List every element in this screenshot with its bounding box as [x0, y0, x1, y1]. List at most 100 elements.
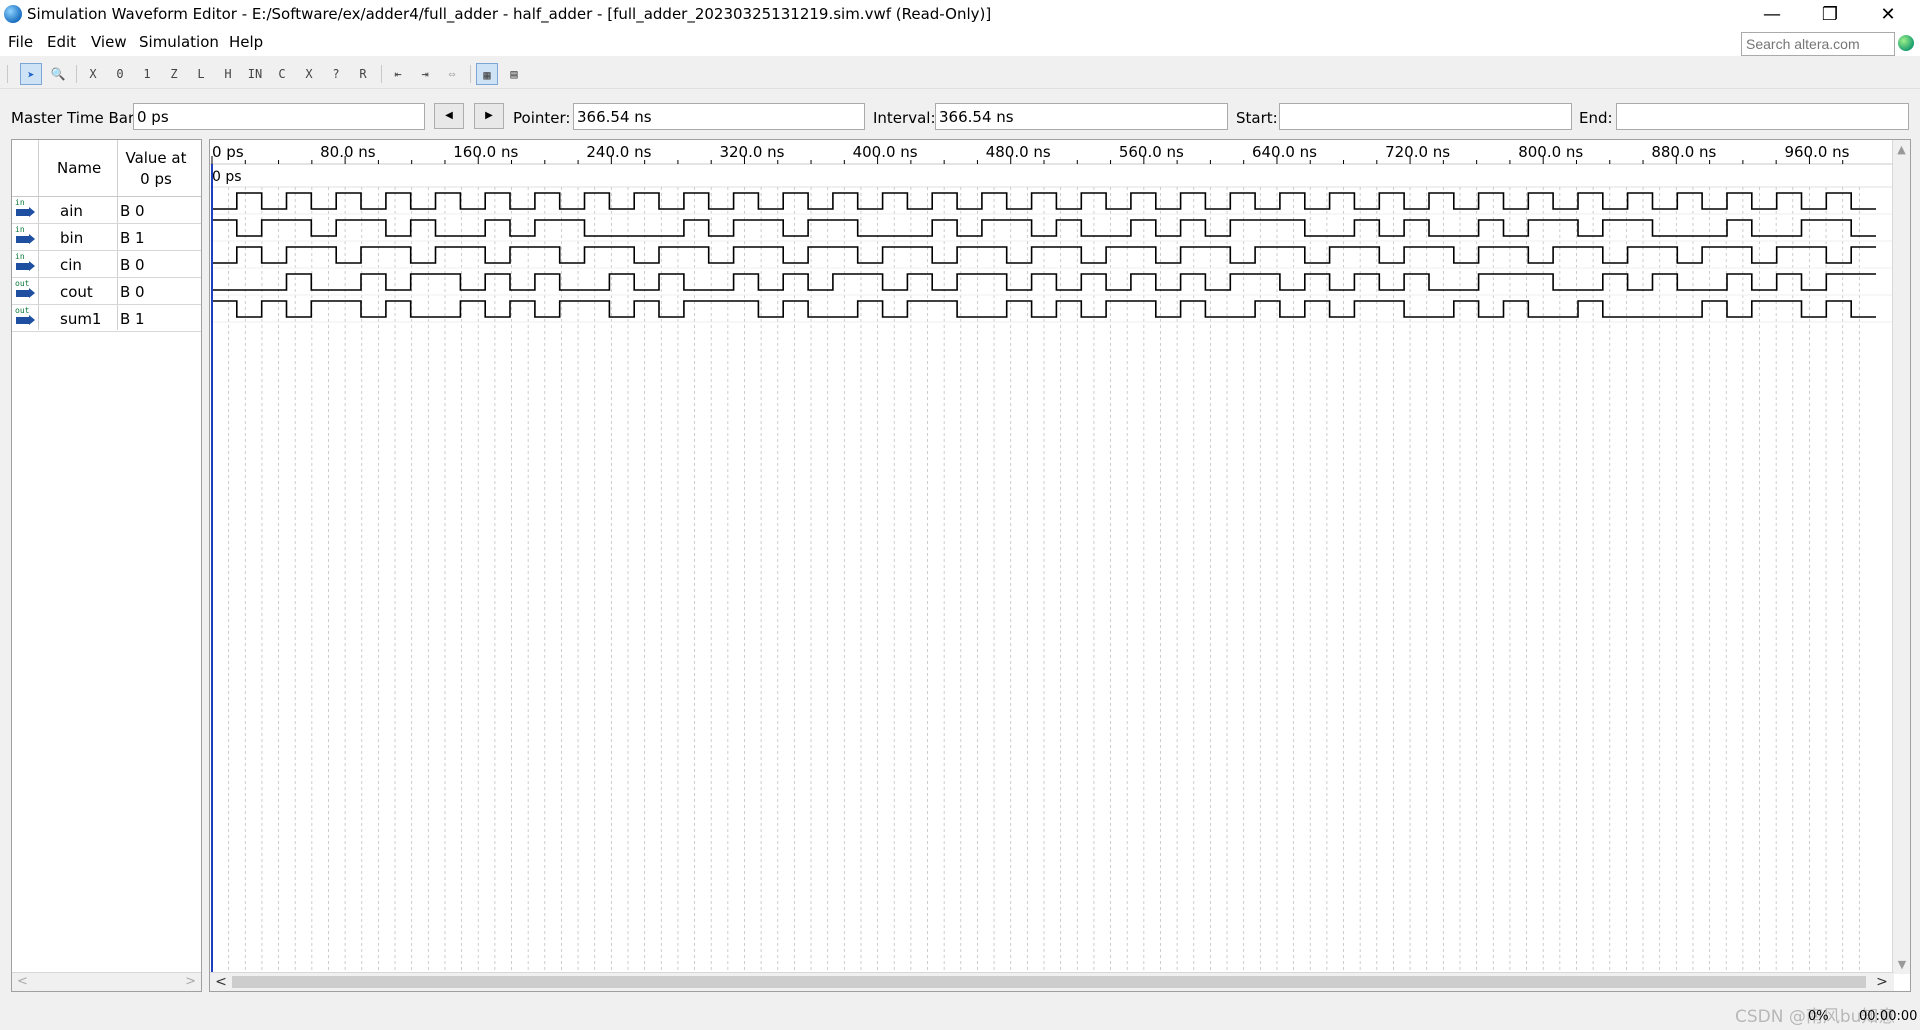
title-bar: Simulation Waveform Editor - E:/Software…: [0, 0, 1920, 29]
forcing-high-icon[interactable]: 1: [136, 63, 158, 85]
pointer-label: Pointer:: [513, 109, 571, 127]
search-input[interactable]: [1741, 32, 1895, 56]
selection-tool-icon[interactable]: ➤: [20, 63, 42, 85]
arbitrary-value-icon[interactable]: ?: [325, 63, 347, 85]
ruler-label: 0 ps: [212, 143, 244, 161]
app-icon: [4, 5, 22, 23]
signal-row[interactable]: in ain B 0: [12, 197, 201, 224]
waveform-vscrollbar[interactable]: ▲ ▼: [1892, 140, 1910, 974]
snap-to-grid-icon[interactable]: ▦: [476, 63, 498, 85]
menu-help[interactable]: Help: [229, 33, 263, 51]
signal-list-header: Name Value at 0 ps: [12, 140, 201, 197]
signal-list-hscrollbar[interactable]: < >: [12, 972, 201, 991]
restore-button[interactable]: ❐: [1801, 0, 1859, 29]
pin-arrow: [16, 315, 35, 325]
interval-field[interactable]: 366.54 ns: [935, 103, 1228, 130]
random-values-icon[interactable]: R: [352, 63, 374, 85]
toolbar: ➤ 🔍 X 0 1 Z L H IN C X ? R ⇤ ⇥ ⇔ ▦ ▤: [0, 57, 1920, 89]
ruler-label: 560.0 ns: [1119, 143, 1184, 161]
zoom-tool-icon[interactable]: 🔍: [47, 63, 69, 85]
ruler-label: 240.0 ns: [586, 143, 651, 161]
end-field[interactable]: [1616, 103, 1909, 130]
end-label: End:: [1579, 109, 1613, 127]
value-column-header[interactable]: Value at 0 ps: [120, 148, 192, 190]
ruler-label: 320.0 ns: [719, 143, 784, 161]
waveform-panel[interactable]: 0 ps 80.0 ns 160.0 ns 240.0 ns 320.0 ns 400.0…: [209, 139, 1911, 992]
menu-simulation[interactable]: Simulation: [139, 33, 219, 51]
count-value-icon[interactable]: X: [298, 63, 320, 85]
waveform-hscrollbar[interactable]: < >: [210, 972, 1894, 991]
master-time-bar-label: Master Time Bar:: [11, 109, 139, 127]
weak-high-icon[interactable]: H: [217, 63, 239, 85]
forcing-unknown-icon[interactable]: X: [82, 63, 104, 85]
pointer-field[interactable]: 366.54 ns: [573, 103, 865, 130]
input-pin-icon: in: [15, 225, 35, 247]
input-pin-icon: in: [15, 198, 35, 220]
snap-right-icon[interactable]: ⇥: [414, 63, 436, 85]
toolbar-separator: [381, 65, 382, 83]
time-bar: Master Time Bar: 0 ps ◀ ▶ Pointer: 366.5…: [0, 100, 1920, 134]
menu-file[interactable]: File: [8, 33, 33, 51]
master-time-bar-field[interactable]: 0 ps: [133, 103, 425, 130]
signal-name[interactable]: cin: [60, 256, 82, 274]
clock-icon[interactable]: C: [271, 63, 293, 85]
scroll-up-icon[interactable]: ▲: [1893, 143, 1910, 156]
signal-list-panel: Name Value at 0 ps in ain B 0 in bin B 1 in cin…: [11, 139, 202, 992]
ruler-label: 480.0 ns: [986, 143, 1051, 161]
window-title: Simulation Waveform Editor - E:/Software…: [27, 5, 992, 23]
signal-row[interactable]: out cout B 0: [12, 278, 201, 305]
scroll-left-icon[interactable]: <: [212, 973, 230, 991]
pin-arrow: [16, 261, 35, 271]
start-field[interactable]: [1279, 103, 1572, 130]
fit-icon[interactable]: ⇔: [441, 63, 463, 85]
ruler-label: 80.0 ns: [320, 143, 376, 161]
scroll-right-icon[interactable]: >: [185, 974, 196, 989]
scrollbar-thumb[interactable]: [232, 976, 1866, 988]
ruler-label: 880.0 ns: [1651, 143, 1716, 161]
ruler-label: 960.0 ns: [1784, 143, 1849, 161]
start-label: Start:: [1236, 109, 1278, 127]
output-pin-icon: out: [15, 306, 35, 328]
next-transition-button[interactable]: ▶: [474, 103, 504, 129]
interval-label: Interval:: [873, 109, 936, 127]
signal-name[interactable]: cout: [60, 283, 93, 301]
snap-left-icon[interactable]: ⇤: [387, 63, 409, 85]
weak-low-icon[interactable]: L: [190, 63, 212, 85]
previous-transition-button[interactable]: ◀: [434, 103, 464, 129]
pin-direction-label: in: [15, 225, 25, 234]
toolbar-grip: [7, 65, 8, 83]
input-pin-icon: in: [15, 252, 35, 274]
signal-row[interactable]: out sum1 B 1: [12, 305, 201, 332]
invert-icon[interactable]: IN: [244, 63, 266, 85]
scroll-down-icon[interactable]: ▼: [1893, 958, 1910, 971]
globe-icon[interactable]: [1898, 35, 1914, 51]
pin-direction-label: in: [15, 252, 25, 261]
menu-edit[interactable]: Edit: [47, 33, 76, 51]
minimize-button[interactable]: —: [1743, 0, 1801, 29]
high-impedance-icon[interactable]: Z: [163, 63, 185, 85]
name-column-header[interactable]: Name: [57, 159, 101, 177]
value-time-label: 0 ps: [140, 170, 172, 188]
toolbar-separator: [76, 65, 77, 83]
time-marker-label: 0 ps: [212, 169, 242, 185]
pin-arrow: [16, 288, 35, 298]
pin-direction-label: out: [15, 279, 30, 288]
close-button[interactable]: ✕: [1859, 0, 1917, 29]
signal-name[interactable]: ain: [60, 202, 83, 220]
value-at-label: Value at: [125, 149, 187, 167]
scroll-right-icon[interactable]: >: [1873, 973, 1891, 991]
signal-name[interactable]: sum1: [60, 310, 101, 328]
output-pin-icon: out: [15, 279, 35, 301]
menu-view[interactable]: View: [91, 33, 127, 51]
signal-name[interactable]: bin: [60, 229, 83, 247]
signal-row[interactable]: in bin B 1: [12, 224, 201, 251]
ruler-label: 720.0 ns: [1385, 143, 1450, 161]
pin-arrow: [16, 234, 35, 244]
waveform-canvas[interactable]: 0 ps 80.0 ns 160.0 ns 240.0 ns 320.0 ns 400.0…: [210, 140, 1894, 974]
forcing-low-icon[interactable]: 0: [109, 63, 131, 85]
ruler-label: 640.0 ns: [1252, 143, 1317, 161]
signal-row[interactable]: in cin B 0: [12, 251, 201, 278]
show-grid-icon[interactable]: ▤: [503, 63, 525, 85]
menu-bar: File Edit View Simulation Help: [0, 29, 1920, 56]
scroll-left-icon[interactable]: <: [17, 974, 28, 989]
